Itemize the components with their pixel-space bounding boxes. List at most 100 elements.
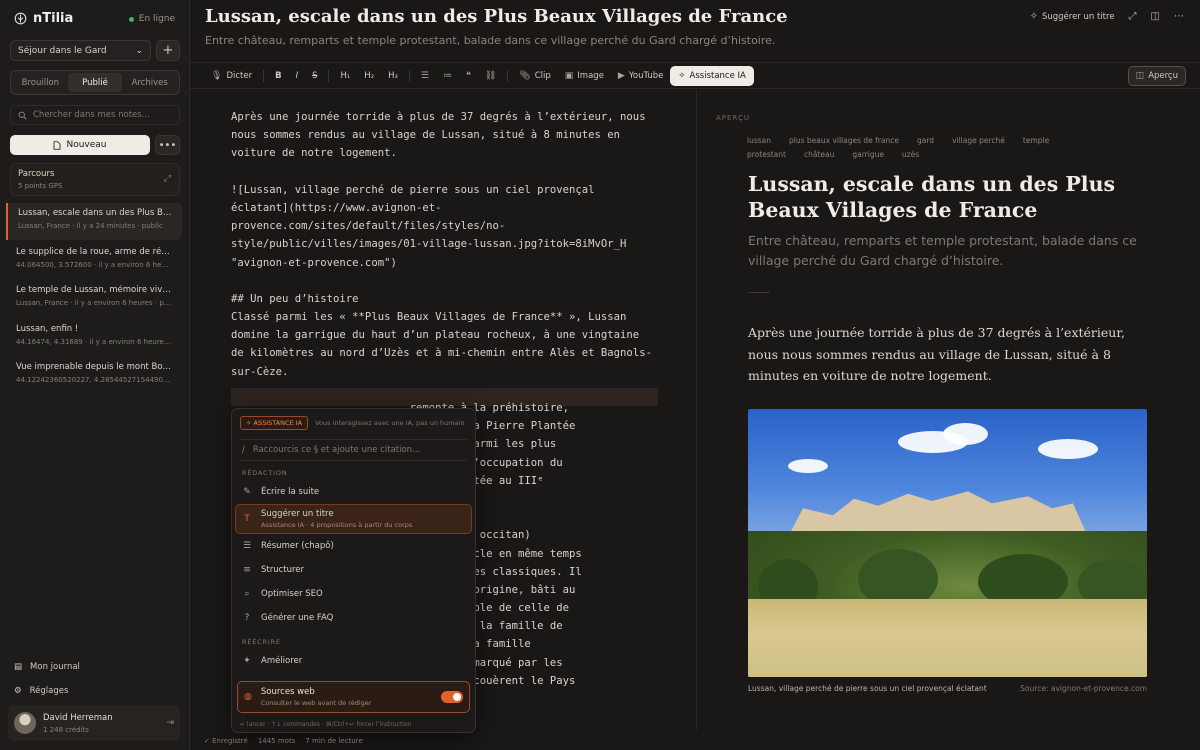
header-actions: ✧ Suggérer un titre ⤢ ◫ ⋯	[1030, 11, 1184, 22]
bold-button[interactable]: B	[268, 66, 288, 86]
preview-button[interactable]: ◫ Aperçu	[1127, 66, 1186, 86]
list-item[interactable]: Vue imprenable depuis le mont Bouquet 44…	[6, 357, 182, 394]
segment-draft[interactable]: Brouillon	[13, 73, 68, 92]
trip-select-value: Séjour dans le Gard	[18, 45, 107, 56]
heading3-button[interactable]: H₃	[381, 66, 405, 86]
page-title[interactable]: Lussan, escale dans un des Plus Beaux Vi…	[205, 6, 788, 27]
strike-button[interactable]: S	[305, 66, 324, 86]
segment-archives[interactable]: Archives	[122, 73, 177, 92]
editor-line[interactable]	[231, 381, 661, 399]
italic-button[interactable]: I	[289, 66, 306, 86]
suggest-title-button[interactable]: ✧ Suggérer un titre	[1030, 11, 1115, 22]
editor-line[interactable]: éclatant](https://www.avignon-et-	[231, 199, 661, 217]
more-horizontal-icon[interactable]: ⋯	[1174, 11, 1184, 22]
editor-line[interactable]: sur-Cèze.	[231, 363, 661, 381]
pane-divider[interactable]	[696, 90, 697, 730]
ai-assist-button[interactable]: ✧ Assistance IA	[670, 65, 754, 86]
menu-item-summarize[interactable]: ☰ Résumer (chapô)	[232, 534, 475, 558]
menu-item-improve[interactable]: ✦ Améliorer	[232, 649, 475, 673]
reading-time: 7 min de lecture	[305, 736, 363, 745]
notes-search[interactable]: Chercher dans mes notes...	[10, 105, 180, 125]
expand-icon[interactable]: ⤢	[164, 174, 171, 184]
user-card[interactable]: David Herreman 1 248 crédits ⇥	[8, 705, 180, 741]
brand[interactable]: nTilia	[14, 11, 73, 26]
toolbar-divider	[263, 69, 265, 82]
editor-line[interactable]: Après une journée torride à plus de 37 d…	[231, 108, 661, 126]
list-item[interactable]: Lussan, enfin ! 44.16474, 4.31689 · il y…	[6, 319, 182, 356]
editor-line[interactable]: nous sommes rendus au village de Lussan,…	[231, 126, 661, 144]
split-view-icon[interactable]: ◫	[1151, 11, 1160, 22]
preview-tags: lussan plus beaux villages de france gard v…	[747, 134, 1147, 161]
parcours-card[interactable]: Parcours 5 points GPS ⤢	[10, 163, 180, 196]
sidebar-item-journal[interactable]: ▤ Mon journal	[14, 655, 80, 679]
quote-button[interactable]: ❝	[459, 66, 478, 86]
parcours-title: Parcours	[18, 169, 55, 179]
menu-item-suggest-title[interactable]: T Suggérer un titre Assistance IA · 4 pr…	[235, 504, 472, 534]
preview-label: Aperçu	[1148, 71, 1178, 81]
sidebar-item-label: Mon journal	[30, 662, 80, 672]
logout-icon[interactable]: ⇥	[166, 718, 174, 728]
menu-item-seo[interactable]: ⌕ Optimiser SEO	[232, 582, 475, 606]
tag[interactable]: gard	[917, 136, 934, 145]
page-subtitle[interactable]: Entre château, remparts et temple protes…	[205, 34, 775, 47]
editor-line[interactable]: voiture de notre logement.	[231, 144, 661, 162]
sidebar-item-settings[interactable]: ⚙ Réglages	[14, 679, 80, 703]
search-input[interactable]: Chercher dans mes notes...	[33, 110, 150, 120]
note-title: Vue imprenable depuis le mont Bouquet	[16, 362, 172, 372]
youtube-button[interactable]: ▶ YouTube	[611, 66, 671, 86]
popup-header: ✧ ASSISTANCE IA Vous interagissez avec u…	[232, 409, 475, 437]
editor-line[interactable]: ## Un peu d’histoire	[231, 290, 661, 308]
web-sources-title: Sources web	[260, 687, 315, 697]
menu-item-structure[interactable]: ≡ Structurer	[232, 558, 475, 582]
editor-line[interactable]: provence.com/sites/default/files/styles/…	[231, 217, 661, 235]
segment-published[interactable]: Publié	[67, 73, 123, 92]
heading1-button[interactable]: H₁	[333, 66, 357, 86]
preview-image	[748, 409, 1147, 677]
avatar	[14, 712, 36, 734]
trip-select[interactable]: Séjour dans le Gard ⌄	[10, 40, 151, 61]
menu-item-faq[interactable]: ? Générer une FAQ	[232, 606, 475, 630]
tag[interactable]: château	[804, 150, 834, 159]
image-button[interactable]: ▣ Image	[558, 66, 611, 86]
fullscreen-icon[interactable]: ⤢	[1129, 11, 1137, 22]
editor-line[interactable]: domine la garrigue du haut d’un plateau …	[231, 326, 661, 344]
add-trip-button[interactable]: +	[156, 40, 180, 61]
list-item[interactable]: Le supplice de la roue, arme de répressi…	[6, 242, 182, 279]
new-note-button[interactable]: Nouveau	[10, 135, 150, 155]
tag[interactable]: village perché	[952, 136, 1005, 145]
clip-button[interactable]: 📎︎ Clip	[512, 66, 558, 86]
ordered-list-button[interactable]: ≔	[436, 66, 459, 86]
toolbar-divider	[408, 69, 410, 82]
dictate-button[interactable]: 🎙︎ Dicter	[204, 66, 259, 86]
editor-line[interactable]: Classé parmi les « **Plus Beaux Villages…	[231, 308, 661, 326]
list-item[interactable]: Lussan, escale dans un des Plus Beaux ..…	[6, 203, 182, 240]
menu-item-label: Générer une FAQ	[261, 613, 334, 623]
list-item[interactable]: Le temple de Lussan, mémoire vivante d..…	[6, 280, 182, 317]
title-icon: T	[244, 514, 250, 524]
editor-line[interactable]	[231, 163, 661, 181]
web-sources-toggle[interactable]	[441, 691, 463, 703]
tag[interactable]: garrigue	[852, 150, 884, 159]
menu-item-continue[interactable]: ✎ Écrire la suite	[232, 480, 475, 504]
link-button[interactable]: ⛓	[478, 66, 503, 86]
heading2-button[interactable]: H₂	[357, 66, 381, 86]
editor-line[interactable]: style/public/villes/images/01-village-lu…	[231, 235, 661, 253]
ai-prompt-input[interactable]: / Raccourcis ce § et ajoute une citation…	[240, 439, 467, 461]
connection-status: En ligne	[128, 14, 175, 24]
tag[interactable]: lussan	[747, 136, 771, 145]
help-circle-icon: ?	[244, 613, 250, 623]
editor-line[interactable]: de kilomètres au nord d’Uzès et à mi-che…	[231, 344, 661, 362]
editor-line[interactable]: ![Lussan, village perché de pierre sous …	[231, 181, 661, 199]
note-meta: 44.12242360520227, 4.285445271544903 · i…	[16, 376, 172, 384]
web-sources-toggle-row[interactable]: ◍ Sources web Consulter le web avant de …	[237, 681, 470, 713]
bullet-list-button[interactable]: ☰	[414, 66, 436, 86]
editor-line[interactable]: "avignon-et-provence.com")	[231, 254, 661, 272]
editor-line[interactable]	[231, 272, 661, 290]
new-note-label: Nouveau	[66, 140, 107, 150]
chevron-down-icon: ⌄	[135, 45, 143, 56]
note-meta: Lussan, France · il y a environ 6 heures…	[16, 299, 172, 307]
summary-icon: ☰	[242, 541, 252, 551]
more-options-button[interactable]: •••	[155, 135, 180, 155]
tag[interactable]: uzès	[902, 150, 919, 159]
tag[interactable]: plus beaux villages de france	[789, 136, 899, 145]
